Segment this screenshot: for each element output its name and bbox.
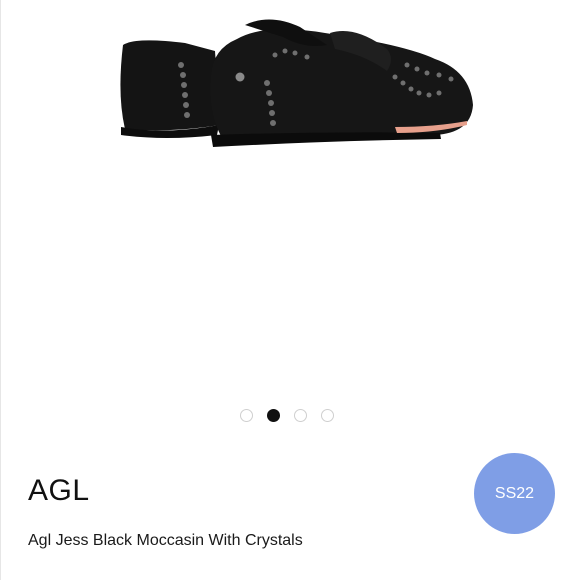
product-title[interactable]: Agl Jess Black Moccasin With Crystals bbox=[28, 532, 303, 550]
brand-name[interactable]: AGL bbox=[28, 474, 90, 508]
shoe-back bbox=[120, 40, 220, 138]
carousel-indicator bbox=[240, 409, 334, 425]
shoe-front bbox=[210, 19, 473, 147]
season-badge: SS22 bbox=[474, 453, 555, 534]
carousel-dot-2[interactable] bbox=[267, 409, 280, 422]
left-border bbox=[0, 0, 1, 580]
product-image[interactable] bbox=[95, 15, 495, 175]
carousel-dot-1[interactable] bbox=[240, 409, 253, 422]
carousel-dot-4[interactable] bbox=[321, 409, 334, 422]
carousel-dot-3[interactable] bbox=[294, 409, 307, 422]
